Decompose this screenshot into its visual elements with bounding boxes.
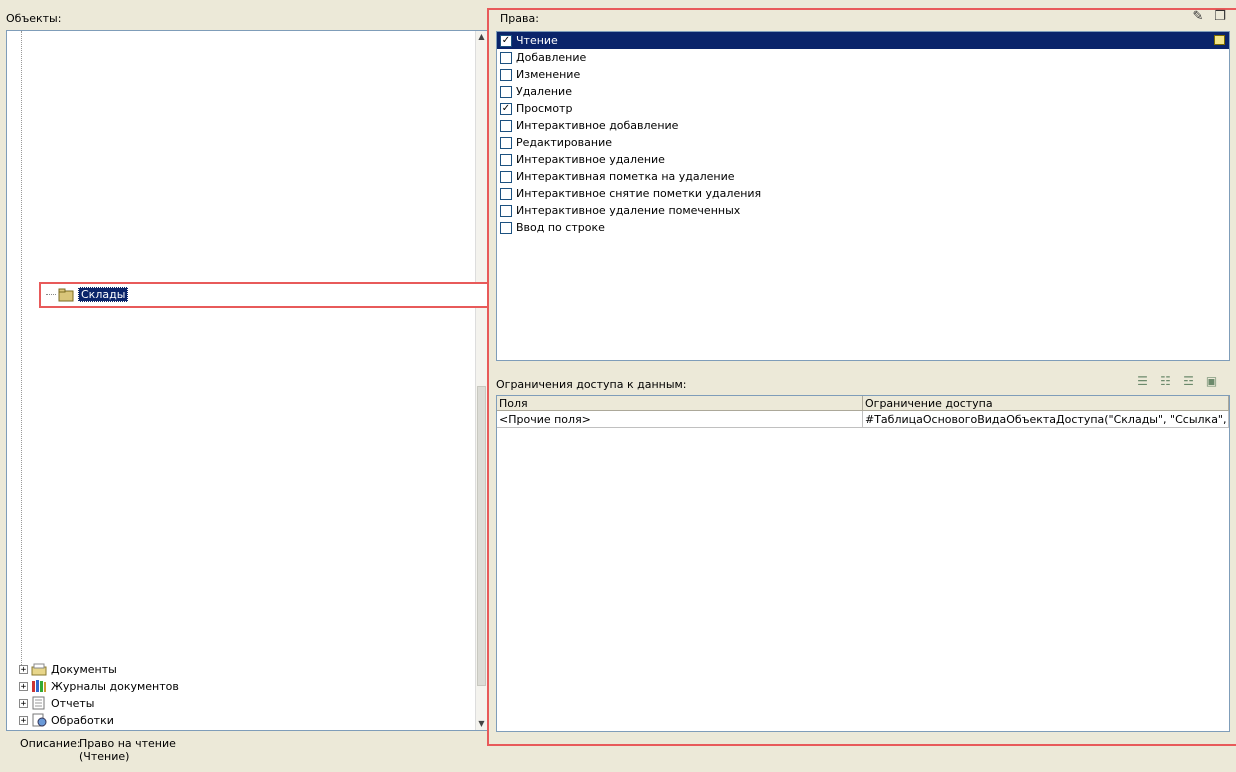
- table-cell-restriction[interactable]: #ТаблицаОсновогоВидаОбъектаДоступа("Скла…: [863, 411, 1229, 428]
- description-line: Право на чтение: [79, 737, 176, 750]
- check-icon: ✓: [501, 34, 511, 46]
- right-item-input-by-string[interactable]: Ввод по строке: [497, 219, 1229, 236]
- rights-list[interactable]: ✓ Чтение Добавление Изменение Удаление ✓…: [496, 31, 1230, 361]
- scrollbar-thumb[interactable]: [477, 386, 486, 686]
- right-item-add[interactable]: Добавление: [497, 49, 1229, 66]
- right-item-label: Просмотр: [516, 102, 573, 115]
- reports-icon: [31, 696, 47, 710]
- expand-icon[interactable]: +: [19, 681, 28, 691]
- right-item-label: Ввод по строке: [516, 221, 605, 234]
- tree-node-document-journals[interactable]: + Журналы документов: [19, 678, 179, 694]
- table-cell-fields[interactable]: <Прочие поля>: [497, 411, 863, 428]
- checkbox[interactable]: [500, 170, 512, 183]
- catalog-icon: [58, 288, 74, 302]
- right-item-read[interactable]: ✓ Чтение: [497, 32, 1229, 49]
- tree-node-label: Журналы документов: [51, 679, 179, 693]
- tree-node-label: Отчеты: [51, 696, 95, 710]
- right-item-interactive-delete-marked[interactable]: Интерактивное удаление помеченных: [497, 202, 1229, 219]
- right-item-label: Интерактивное удаление: [516, 153, 665, 166]
- right-item-interactive-clear-deletion-mark[interactable]: Интерактивное снятие пометки удаления: [497, 185, 1229, 202]
- right-item-interactive-mark-deletion[interactable]: Интерактивная пометка на удаление: [497, 168, 1229, 185]
- expand-icon[interactable]: +: [19, 664, 28, 674]
- checkbox[interactable]: [500, 85, 512, 98]
- checkbox[interactable]: [500, 153, 512, 166]
- column-header-restriction[interactable]: Ограничение доступа: [863, 396, 1229, 411]
- grid-icon[interactable]: [1214, 35, 1225, 45]
- tree-node-data-processors[interactable]: + Обработки: [19, 712, 114, 728]
- rights-toolbar: ✎ ❐: [1190, 9, 1228, 25]
- add-row-icon[interactable]: ☰: [1134, 373, 1151, 389]
- description-label: Описание:: [20, 737, 81, 750]
- tree-node-label: Обработки: [51, 713, 114, 727]
- rights-label: Права:: [500, 12, 539, 25]
- scroll-down-icon[interactable]: ▼: [476, 718, 487, 730]
- edit-restrictions-icon[interactable]: ✎: [1190, 9, 1206, 25]
- restrictions-label: Ограничения доступа к данным:: [496, 378, 687, 391]
- data-processors-icon: [31, 713, 47, 727]
- restrictions-toolbar: ☰ ☷ ☲ ▣: [1134, 373, 1220, 389]
- right-item-interactive-add[interactable]: Интерактивное добавление: [497, 117, 1229, 134]
- right-item-label: Интерактивное снятие пометки удаления: [516, 187, 762, 200]
- tree-connector: [46, 294, 56, 295]
- restrictions-table[interactable]: Поля Ограничение доступа <Прочие поля> #…: [496, 395, 1230, 732]
- right-item-update[interactable]: Изменение: [497, 66, 1229, 83]
- right-item-label: Интерактивное удаление помеченных: [516, 204, 741, 217]
- description-value: Право на чтение (Чтение): [79, 737, 176, 763]
- tree-node-label: Документы: [51, 662, 117, 676]
- move-up-icon[interactable]: ☷: [1157, 373, 1174, 389]
- objects-label: Объекты:: [6, 12, 62, 25]
- description-line: (Чтение): [79, 750, 130, 763]
- right-item-label: Интерактивное добавление: [516, 119, 679, 132]
- tree-guide-line: [21, 31, 22, 671]
- window-icon[interactable]: ❐: [1212, 9, 1228, 25]
- expand-icon[interactable]: +: [19, 715, 28, 725]
- right-item-label: Изменение: [516, 68, 581, 81]
- edit-row-icon[interactable]: ▣: [1203, 373, 1220, 389]
- column-header-fields[interactable]: Поля: [497, 396, 863, 411]
- checkbox[interactable]: [500, 187, 512, 200]
- right-item-edit[interactable]: Редактирование: [497, 134, 1229, 151]
- checkbox[interactable]: [500, 119, 512, 132]
- right-item-delete[interactable]: Удаление: [497, 83, 1229, 100]
- documents-icon: [31, 662, 47, 676]
- checkbox[interactable]: ✓: [500, 102, 512, 115]
- tree-node-sklady[interactable]: Склады: [46, 287, 129, 302]
- right-item-label: Редактирование: [516, 136, 612, 149]
- right-item-label: Интерактивная пометка на удаление: [516, 170, 735, 183]
- tree-node-reports[interactable]: + Отчеты: [19, 695, 94, 711]
- checkbox[interactable]: [500, 51, 512, 64]
- tree-node-documents[interactable]: + Документы: [19, 661, 117, 677]
- right-item-label: Чтение: [516, 34, 558, 47]
- right-item-view[interactable]: ✓ Просмотр: [497, 100, 1229, 117]
- objects-tree[interactable]: + Документы + Журналы документов + Отчет…: [6, 30, 488, 731]
- right-item-label: Удаление: [516, 85, 572, 98]
- tree-scrollbar[interactable]: ▲ ▼: [475, 31, 487, 730]
- selected-node-label: Склады: [78, 287, 129, 302]
- checkbox[interactable]: ✓: [500, 34, 512, 47]
- checkbox[interactable]: [500, 136, 512, 149]
- scroll-up-icon[interactable]: ▲: [476, 31, 487, 43]
- right-item-label: Добавление: [516, 51, 587, 64]
- check-icon: ✓: [501, 102, 511, 114]
- document-journals-icon: [31, 679, 47, 693]
- delete-row-icon[interactable]: ☲: [1180, 373, 1197, 389]
- checkbox[interactable]: [500, 204, 512, 217]
- checkbox[interactable]: [500, 221, 512, 234]
- checkbox[interactable]: [500, 68, 512, 81]
- right-item-interactive-delete[interactable]: Интерактивное удаление: [497, 151, 1229, 168]
- expand-icon[interactable]: +: [19, 698, 28, 708]
